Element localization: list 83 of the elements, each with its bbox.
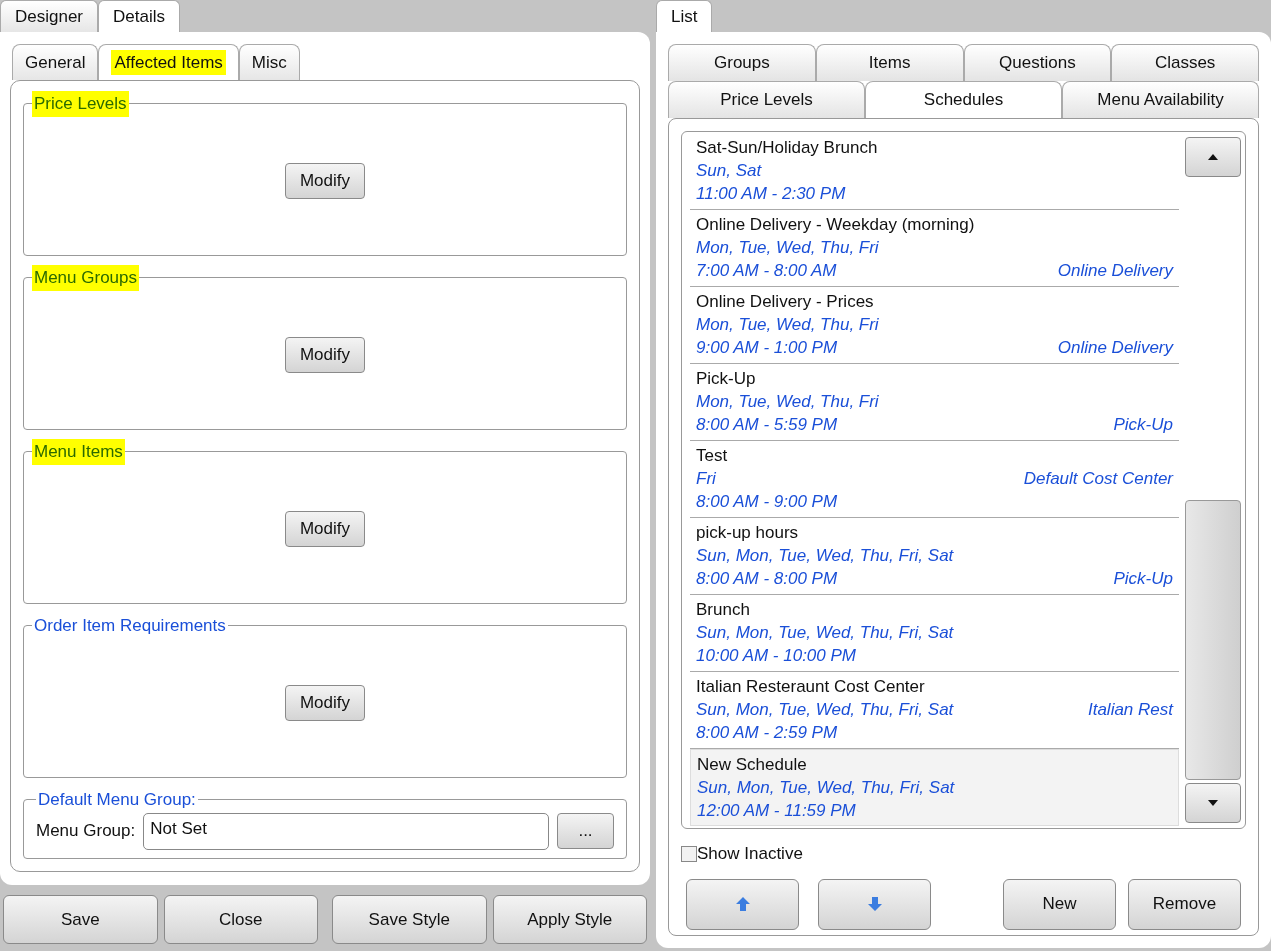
scroll-down-button[interactable] bbox=[1185, 783, 1241, 823]
list-button[interactable]: New bbox=[1003, 878, 1116, 930]
schedule-days: Mon, Tue, Wed, Thu, Fri bbox=[696, 313, 879, 336]
schedule-location: Pick-Up bbox=[1113, 414, 1173, 436]
schedule-time: 10:00 AM - 10:00 PM bbox=[696, 645, 856, 667]
scroll-up-button[interactable] bbox=[1185, 137, 1241, 177]
group-title: Order Item Requirements bbox=[33, 615, 227, 637]
tab[interactable]: Misc bbox=[238, 44, 300, 80]
schedule-name: Online Delivery - Weekday (morning) bbox=[696, 214, 976, 236]
field-label: Menu Group: bbox=[36, 820, 136, 843]
tab[interactable]: Classes bbox=[1111, 44, 1259, 81]
schedule-row[interactable]: New Schedule Sun, Mon, Tue, Wed, Thu, Fri, Sat 12:00 AM - 11:59 PM bbox=[690, 749, 1179, 826]
schedule-time: 9:00 AM - 1:00 PM bbox=[696, 337, 838, 359]
footer-button[interactable]: Apply Style bbox=[492, 895, 647, 944]
schedule-name: Italian Resteraunt Cost Center bbox=[696, 676, 926, 698]
schedule-location: Online Delivery bbox=[1057, 260, 1173, 282]
schedule-time: 8:00 AM - 9:00 PM bbox=[696, 491, 838, 513]
move-down-button[interactable] bbox=[818, 878, 931, 930]
tab[interactable]: Designer bbox=[0, 0, 99, 32]
tab[interactable]: Details bbox=[98, 0, 180, 32]
schedule-name: Brunch bbox=[696, 599, 751, 621]
schedule-location: Default Cost Center bbox=[1023, 468, 1173, 490]
group-title: Price Levels bbox=[32, 91, 129, 117]
tab[interactable]: Schedules bbox=[865, 81, 1062, 118]
schedule-time: 11:00 AM - 2:30 PM bbox=[696, 183, 846, 205]
tab[interactable]: Price Levels bbox=[668, 81, 865, 118]
modify-button[interactable]: Modify bbox=[285, 684, 365, 721]
schedule-name: Sat-Sun/Holiday Brunch bbox=[696, 137, 879, 159]
group-title: Menu Items bbox=[32, 439, 125, 465]
modify-button[interactable]: Modify bbox=[285, 510, 365, 547]
tab[interactable]: List bbox=[656, 0, 713, 32]
schedule-days: Sun, Sat bbox=[696, 159, 762, 182]
schedule-name: New Schedule bbox=[697, 754, 808, 776]
scroll-thumb[interactable] bbox=[1185, 500, 1241, 780]
schedule-row[interactable]: Sat-Sun/Holiday Brunch Sun, Sat 11:00 AM - 2:30 PM bbox=[690, 133, 1179, 210]
schedule-days: Fri bbox=[696, 467, 716, 490]
footer-button[interactable]: Save bbox=[3, 895, 158, 944]
schedule-row[interactable]: Pick-Up Mon, Tue, Wed, Thu, Fri 8:00 AM - 5:59 PM Pick-Up bbox=[690, 364, 1179, 441]
schedule-time: 8:00 AM - 2:59 PM bbox=[696, 722, 838, 744]
tab[interactable]: Items bbox=[815, 44, 964, 81]
schedule-time: 8:00 AM - 8:00 PM bbox=[696, 568, 838, 590]
caret-up-icon bbox=[1208, 154, 1218, 160]
schedule-name: pick-up hours bbox=[696, 522, 800, 544]
menu-group-field[interactable]: Not Set bbox=[143, 812, 549, 850]
schedule-row[interactable]: Brunch Sun, Mon, Tue, Wed, Thu, Fri, Sat 10:00 AM - 10:00 PM bbox=[690, 595, 1179, 672]
schedule-days: Mon, Tue, Wed, Thu, Fri bbox=[696, 236, 879, 259]
modify-button[interactable]: Modify bbox=[285, 336, 365, 373]
schedule-days: Sun, Mon, Tue, Wed, Thu, Fri, Sat bbox=[696, 544, 954, 567]
schedule-row[interactable]: Test Fri Default Cost Center 8:00 AM - 9:00 PM bbox=[690, 441, 1179, 518]
down-arrow-icon bbox=[866, 896, 883, 912]
tab[interactable]: Menu Availability bbox=[1062, 81, 1259, 118]
schedule-location: Pick-Up bbox=[1113, 568, 1173, 590]
list-button[interactable]: Remove bbox=[1128, 878, 1241, 930]
move-up-button[interactable] bbox=[686, 878, 799, 930]
schedule-days: Sun, Mon, Tue, Wed, Thu, Fri, Sat bbox=[696, 698, 954, 721]
schedule-time: 8:00 AM - 5:59 PM bbox=[696, 414, 838, 436]
schedule-time: 12:00 AM - 11:59 PM bbox=[697, 800, 856, 822]
checkbox-label: Show Inactive bbox=[697, 843, 803, 865]
schedule-days: Sun, Mon, Tue, Wed, Thu, Fri, Sat bbox=[697, 776, 955, 799]
schedule-name: Online Delivery - Prices bbox=[696, 291, 875, 313]
checkbox[interactable] bbox=[681, 845, 697, 862]
modify-button[interactable]: Modify bbox=[285, 162, 365, 199]
caret-down-icon bbox=[1208, 800, 1218, 806]
schedule-row[interactable]: Online Delivery - Weekday (morning) Mon, Tue, Wed, Thu, Fri 7:00 AM - 8:00 AM Online Delivery bbox=[690, 210, 1179, 287]
schedule-name: Pick-Up bbox=[696, 368, 757, 390]
up-arrow-icon bbox=[734, 896, 751, 912]
footer-button[interactable]: Close bbox=[163, 895, 318, 944]
footer-button[interactable]: Save Style bbox=[332, 895, 487, 944]
schedule-days: Sun, Mon, Tue, Wed, Thu, Fri, Sat bbox=[696, 621, 954, 644]
tab[interactable]: General bbox=[12, 44, 99, 80]
browse-button[interactable]: ... bbox=[557, 813, 614, 849]
schedule-days: Mon, Tue, Wed, Thu, Fri bbox=[696, 390, 879, 413]
tab[interactable]: Questions bbox=[963, 44, 1112, 81]
schedule-location: Italian Rest bbox=[1087, 699, 1173, 721]
schedule-row[interactable]: Online Delivery - Prices Mon, Tue, Wed, Thu, Fri 9:00 AM - 1:00 PM Online Delivery bbox=[690, 287, 1179, 364]
schedule-location: Online Delivery bbox=[1057, 337, 1173, 359]
schedule-time: 7:00 AM - 8:00 AM bbox=[696, 260, 837, 282]
group-title: Menu Groups bbox=[32, 265, 139, 291]
schedule-name: Test bbox=[696, 445, 729, 467]
group-title: Default Menu Group: bbox=[37, 789, 197, 811]
tab[interactable]: Groups bbox=[668, 44, 816, 81]
schedule-row[interactable]: pick-up hours Sun, Mon, Tue, Wed, Thu, Fri, Sat 8:00 AM - 8:00 PM Pick-Up bbox=[690, 518, 1179, 595]
tab[interactable]: Affected Items bbox=[98, 44, 239, 80]
